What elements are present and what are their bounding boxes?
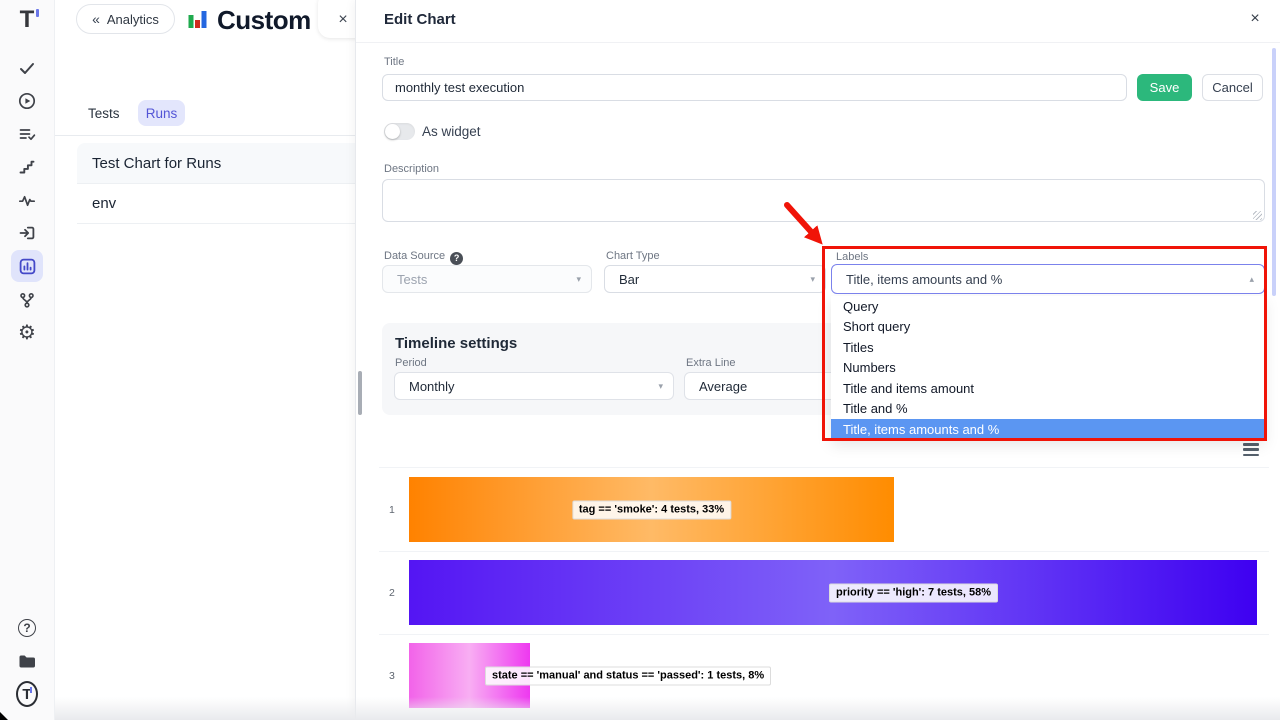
labels-label: Labels: [836, 251, 868, 263]
help-icon[interactable]: ?: [450, 252, 463, 265]
data-source-label: Data Source?: [384, 250, 463, 265]
option-title-and-percent[interactable]: Title and %: [831, 399, 1265, 420]
app-screen: T ⚙ ?: [0, 0, 1280, 720]
list-item-env[interactable]: env: [77, 184, 355, 224]
chart-row: 3 state == 'manual' and status == 'passe…: [379, 643, 1269, 708]
row-index: 3: [389, 670, 395, 682]
toggle-knob: [385, 124, 400, 139]
help-glyph: ?: [18, 619, 36, 637]
labels-selected-value: Title, items amounts and %: [846, 272, 1002, 287]
period-select[interactable]: Monthly ▾: [394, 372, 674, 400]
gear-icon[interactable]: ⚙: [16, 322, 38, 344]
header-divider: [356, 42, 1280, 43]
tab-tests-label: Tests: [88, 106, 120, 121]
chart-row-divider: [379, 551, 1269, 552]
chart-row-divider: [379, 634, 1269, 635]
description-textarea[interactable]: [382, 179, 1265, 222]
tab-runs[interactable]: Runs: [138, 100, 185, 126]
sign-in-icon[interactable]: [16, 222, 38, 244]
row-index: 2: [389, 587, 395, 599]
bar-label: state == 'manual' and status == 'passed'…: [485, 666, 771, 685]
as-widget-label: As widget: [422, 124, 481, 139]
list-check-icon[interactable]: [16, 123, 38, 145]
edit-chart-panel: Edit Chart × Title Save Cancel As widget…: [355, 0, 1280, 720]
chevrons-left-icon: «: [92, 11, 100, 27]
list-item-label: env: [92, 195, 116, 212]
cancel-button[interactable]: Cancel: [1202, 74, 1263, 101]
bar-priority-high[interactable]: priority == 'high': 7 tests, 58%: [409, 560, 1257, 625]
app-logo-letter: T: [20, 6, 35, 34]
profile-logo-accent: [30, 687, 32, 693]
app-logo[interactable]: T: [16, 6, 38, 34]
close-tab-icon[interactable]: ×: [338, 13, 347, 27]
option-titles[interactable]: Titles: [831, 337, 1265, 358]
icon-sidebar: T ⚙ ?: [0, 0, 55, 720]
chevron-down-icon: ▾: [576, 274, 581, 285]
page-title-text: Custom C: [217, 5, 318, 35]
page-title: Custom C: [217, 2, 318, 38]
profile-logo-icon[interactable]: T: [16, 680, 38, 708]
scrollbar-thumb[interactable]: [1272, 48, 1276, 296]
chart-type-label: Chart Type: [606, 250, 660, 262]
bar-chart-icon[interactable]: [18, 257, 37, 276]
timeline-settings-heading: Timeline settings: [395, 335, 517, 352]
title-input[interactable]: [382, 74, 1127, 101]
extra-line-value: Average: [699, 379, 747, 394]
back-to-analytics-button[interactable]: « Analytics: [76, 4, 175, 34]
row-index: 1: [389, 504, 395, 516]
data-source-label-text: Data Source: [384, 250, 445, 262]
bar-label: priority == 'high': 7 tests, 58%: [829, 583, 998, 602]
chevron-down-icon: ▾: [810, 274, 815, 285]
chevron-up-icon: ▴: [1249, 274, 1254, 285]
sidebar-active-pill: [11, 250, 43, 282]
labels-dropdown-options: Query Short query Titles Numbers Title a…: [831, 296, 1265, 440]
data-source-value: Tests: [397, 272, 427, 287]
option-title-items-amounts-and-percent[interactable]: Title, items amounts and %: [831, 419, 1265, 440]
option-query[interactable]: Query: [831, 296, 1265, 317]
labels-select[interactable]: Title, items amounts and % ▴: [831, 264, 1265, 294]
list-item-label: Test Chart for Runs: [92, 155, 221, 172]
description-field-label: Description: [384, 163, 439, 175]
play-circle-icon[interactable]: [16, 90, 38, 112]
chart-row: 1 tag == 'smoke': 4 tests, 33%: [379, 477, 1269, 542]
bar-label: tag == 'smoke': 4 tests, 33%: [572, 500, 731, 519]
bar-smoke[interactable]: tag == 'smoke': 4 tests, 33%: [409, 477, 894, 542]
back-button-label: Analytics: [107, 12, 159, 27]
tab-tests[interactable]: Tests: [88, 100, 120, 126]
folder-icon[interactable]: [16, 650, 38, 672]
data-source-select[interactable]: Tests ▾: [382, 265, 592, 293]
option-title-and-items-amount[interactable]: Title and items amount: [831, 378, 1265, 399]
close-panel-icon[interactable]: ×: [1245, 9, 1265, 29]
gear-glyph: ⚙: [18, 323, 36, 343]
panel-title: Edit Chart: [384, 11, 456, 28]
branch-icon[interactable]: [16, 289, 38, 311]
custom-chart-icon: [188, 8, 208, 31]
option-short-query[interactable]: Short query: [831, 317, 1265, 338]
pulse-icon[interactable]: [16, 189, 38, 211]
chart-menu-icon[interactable]: [1243, 443, 1259, 456]
app-logo-accent: [36, 9, 39, 17]
steps-icon[interactable]: [16, 156, 38, 178]
chart-type-value: Bar: [619, 272, 639, 287]
help-icon[interactable]: ?: [16, 617, 38, 639]
period-value: Monthly: [409, 379, 455, 394]
textarea-resize-handle[interactable]: [1253, 211, 1262, 220]
as-widget-toggle[interactable]: [384, 123, 415, 140]
chart-type-select[interactable]: Bar ▾: [604, 265, 826, 293]
chevron-down-icon: ▾: [658, 381, 663, 392]
extra-line-label: Extra Line: [686, 357, 736, 369]
period-label: Period: [395, 357, 427, 369]
list-item-test-chart-for-runs[interactable]: Test Chart for Runs: [77, 143, 355, 184]
option-numbers[interactable]: Numbers: [831, 358, 1265, 379]
check-icon[interactable]: [16, 57, 38, 79]
chart-row-divider: [379, 467, 1269, 468]
analytics-list-panel: « Analytics Custom C × Tests Runs Test C…: [55, 0, 355, 720]
panel-drag-handle[interactable]: [358, 371, 362, 415]
title-field-label: Title: [384, 56, 404, 68]
save-button[interactable]: Save: [1137, 74, 1192, 101]
tab-runs-label: Runs: [146, 106, 178, 121]
chart-row: 2 priority == 'high': 7 tests, 58%: [379, 560, 1269, 625]
tabs-divider: [55, 135, 355, 136]
